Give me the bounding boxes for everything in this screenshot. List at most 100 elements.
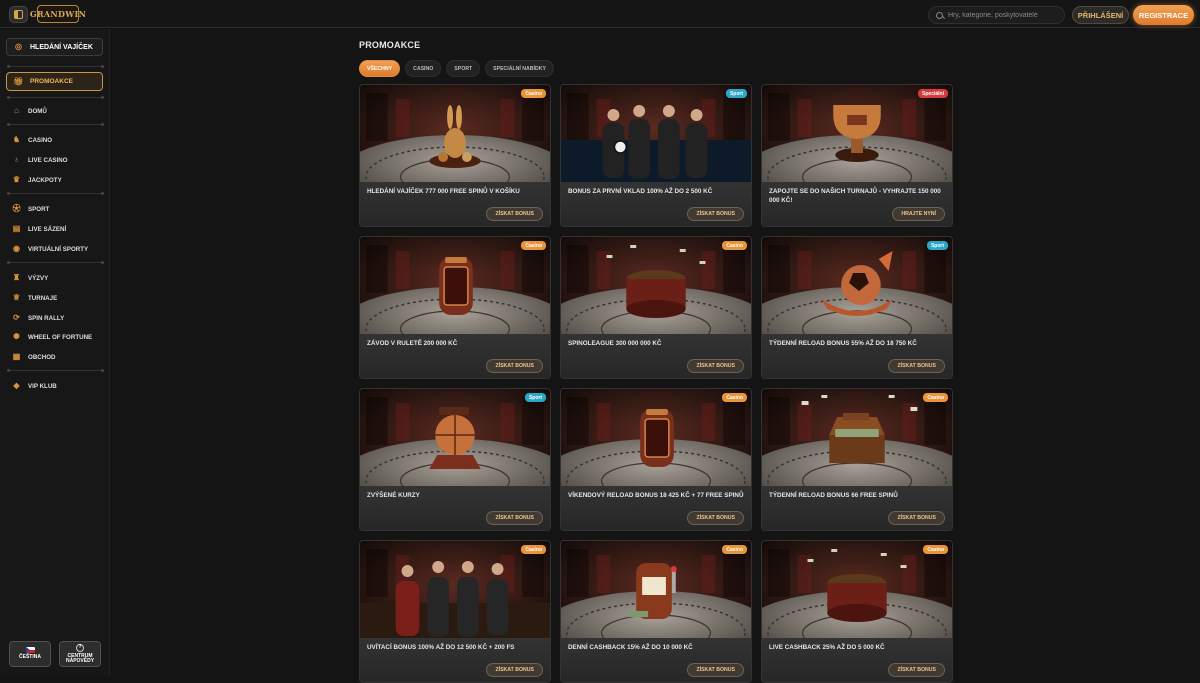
sidebar-item-spin-rally[interactable]: ⟳ SPIN RALLY bbox=[12, 312, 64, 324]
promo-title: VÍKENDOVÝ RELOAD BONUS 18 425 KČ + 77 FR… bbox=[568, 492, 744, 499]
sidebar-item-label: VIRTUÁLNÍ SPORTY bbox=[28, 245, 89, 253]
sidebar-item-wheel-of-fortune[interactable]: ✺ WHEEL OF FORTUNE bbox=[12, 331, 92, 343]
claim-bonus-button[interactable]: ZÍSKAT BONUS bbox=[888, 511, 945, 525]
claim-bonus-button[interactable]: ZÍSKAT BONUS bbox=[687, 511, 744, 525]
category-badge: Casino bbox=[521, 241, 546, 250]
promo-card[interactable]: Casino SPINOLEAGUE 300 000 000 KČ ZÍSKAT B… bbox=[560, 236, 752, 379]
logo[interactable]: GRANDWIN bbox=[30, 5, 86, 23]
promo-card[interactable]: Sport TÝDENNÍ RELOAD BONUS 55% AŽ DO 18 7… bbox=[761, 236, 953, 379]
page-title: PROMOAKCE bbox=[359, 40, 421, 50]
promo-title: HLEDÁNÍ VAJÍČEK 777 000 FREE SPINŮ V KOŠ… bbox=[367, 188, 520, 195]
promo-title: BONUS ZA PRVNÍ VKLAD 100% AŽ DO 2 500 KČ bbox=[568, 188, 713, 195]
sidebar-item-egg-hunt[interactable]: ◎ HLEDÁNÍ VAJÍČEK bbox=[6, 38, 103, 56]
promo-card[interactable]: Sport BONUS ZA PRVNÍ VKLAD 100% AŽ DO 2 5… bbox=[560, 84, 752, 227]
promo-card[interactable]: Casino LIVE CASHBACK 25% AŽ DO 5 000 KČ ZÍ… bbox=[761, 540, 953, 683]
home-icon: ⌂ bbox=[14, 106, 19, 115]
claim-bonus-button[interactable]: ZÍSKAT BONUS bbox=[486, 359, 543, 373]
sidebar-item-label: SPIN RALLY bbox=[28, 314, 65, 322]
category-badge: Casino bbox=[722, 241, 747, 250]
promo-title: DENNÍ CASHBACK 15% AŽ DO 10 000 KČ bbox=[568, 644, 693, 651]
play-now-button[interactable]: HRAJTE NYNÍ bbox=[892, 207, 945, 221]
sidebar-item-home[interactable]: ⌂ DOMŮ bbox=[12, 105, 47, 117]
microphone-icon: ♁ bbox=[13, 155, 20, 164]
promo-image bbox=[762, 85, 952, 182]
promo-image bbox=[561, 237, 751, 334]
sidebar-item-label: JACKPOTY bbox=[28, 176, 62, 184]
sidebar-item-vip-club[interactable]: ◆ VIP KLUB bbox=[12, 380, 57, 392]
promo-card[interactable]: Casino UVÍTACÍ BONUS 100% AŽ DO 12 500 KČ… bbox=[359, 540, 551, 683]
sidebar-item-shop[interactable]: ▦ OBCHOD bbox=[12, 351, 56, 363]
promo-image bbox=[360, 541, 550, 638]
sidebar-item-jackpots[interactable]: ♛ JACKPOTY bbox=[12, 174, 62, 186]
sidebar-item-casino[interactable]: ♞ CASINO bbox=[12, 134, 52, 146]
promo-image bbox=[360, 389, 550, 486]
sidebar-item-label: VIP KLUB bbox=[28, 382, 57, 390]
sidebar-item-label: SPORT bbox=[28, 205, 50, 213]
sidebar-item-challenges[interactable]: ♜ VÝZVY bbox=[12, 272, 48, 284]
login-button[interactable]: PŘIHLÁŠENÍ bbox=[1072, 6, 1129, 24]
divider bbox=[7, 192, 104, 195]
promo-title: UVÍTACÍ BONUS 100% AŽ DO 12 500 KČ + 200… bbox=[367, 644, 515, 651]
divider bbox=[7, 65, 104, 68]
promo-image bbox=[762, 389, 952, 486]
search-bar[interactable] bbox=[928, 6, 1065, 24]
sidebar-item-label: HLEDÁNÍ VAJÍČEK bbox=[30, 43, 93, 51]
sidebar-item-live-betting[interactable]: ▤ LIVE SÁZENÍ bbox=[12, 223, 66, 235]
egg-icon: ◎ bbox=[15, 42, 22, 51]
divider bbox=[7, 96, 104, 99]
promo-card[interactable]: Casino ZÁVOD V RULETĚ 200 000 KČ ZÍSKAT BO… bbox=[359, 236, 551, 379]
promo-image bbox=[360, 85, 550, 182]
register-button[interactable]: REGISTRACE bbox=[1133, 5, 1194, 25]
claim-bonus-button[interactable]: ZÍSKAT BONUS bbox=[486, 207, 543, 221]
promo-card[interactable]: Speciální ZAPOJTE SE DO NAŠICH TURNAJŮ - … bbox=[761, 84, 953, 227]
category-badge: Casino bbox=[521, 545, 546, 554]
claim-bonus-button[interactable]: ZÍSKAT BONUS bbox=[486, 511, 543, 525]
claim-bonus-button[interactable]: ZÍSKAT BONUS bbox=[888, 359, 945, 373]
shop-icon: ▦ bbox=[12, 352, 21, 361]
category-badge: Casino bbox=[722, 545, 747, 554]
spin-icon: ⟳ bbox=[13, 313, 20, 322]
search-input[interactable] bbox=[948, 11, 1058, 19]
promotions-grid: Casino HLEDÁNÍ VAJÍČEK 777 000 FREE SPINŮ… bbox=[359, 84, 953, 683]
promo-card[interactable]: Casino HLEDÁNÍ VAJÍČEK 777 000 FREE SPINŮ… bbox=[359, 84, 551, 227]
challenge-icon: ♜ bbox=[12, 273, 21, 282]
sidebar-item-live-casino[interactable]: ♁ LIVE CASINO bbox=[12, 154, 68, 166]
promo-image bbox=[561, 541, 751, 638]
promo-image bbox=[762, 237, 952, 334]
sidebar-item-label: OBCHOD bbox=[28, 353, 56, 361]
help-center-button[interactable]: ? CENTRUM NÁPOVĚDY bbox=[59, 641, 101, 667]
search-icon bbox=[936, 11, 943, 19]
trophy-icon: ♕ bbox=[12, 293, 21, 302]
claim-bonus-button[interactable]: ZÍSKAT BONUS bbox=[687, 359, 744, 373]
category-badge: Sport bbox=[725, 89, 747, 98]
sidebar-toggle-button[interactable] bbox=[9, 6, 28, 23]
top-bar: GRANDWIN PŘIHLÁŠENÍ REGISTRACE bbox=[0, 0, 1200, 28]
help-icon: ? bbox=[76, 643, 84, 652]
sidebar: ◎ HLEDÁNÍ VAJÍČEK 🎁︎ PROMOAKCE ⌂ DOMŮ ♞ CA… bbox=[0, 29, 110, 675]
category-badge: Sport bbox=[926, 241, 948, 250]
help-label-line2: NÁPOVĚDY bbox=[65, 658, 95, 664]
czech-flag-icon bbox=[25, 647, 35, 654]
category-badge: Speciální bbox=[918, 89, 948, 98]
wheel-icon: ✺ bbox=[13, 332, 20, 341]
sidebar-item-virtual-sports[interactable]: ◉ VIRTUÁLNÍ SPORTY bbox=[12, 243, 88, 255]
category-badge: Casino bbox=[923, 545, 948, 554]
filter-tab-all[interactable]: VŠECHNY bbox=[359, 60, 401, 77]
sidebar-item-promotions[interactable]: 🎁︎ PROMOAKCE bbox=[6, 72, 103, 91]
claim-bonus-button[interactable]: ZÍSKAT BONUS bbox=[687, 207, 744, 221]
filter-tab-special-offers[interactable]: SPECIÁLNÍ NABÍDKY bbox=[485, 60, 554, 77]
filter-tabs: VŠECHNY CASINO SPORT SPECIÁLNÍ NABÍDKY bbox=[359, 60, 554, 77]
promo-card[interactable]: Casino VÍKENDOVÝ RELOAD BONUS 18 425 KČ +… bbox=[560, 388, 752, 531]
filter-tab-sport[interactable]: SPORT bbox=[446, 60, 481, 77]
filter-tab-casino[interactable]: CASINO bbox=[405, 60, 442, 77]
promo-card[interactable]: Casino TÝDENNÍ RELOAD BONUS 66 FREE SPINŮ… bbox=[761, 388, 953, 531]
sidebar-item-sport[interactable]: ⚽︎ SPORT bbox=[12, 203, 50, 215]
jackpot-icon: ♛ bbox=[12, 175, 21, 184]
category-badge: Casino bbox=[722, 393, 747, 402]
sidebar-item-tournaments[interactable]: ♕ TURNAJE bbox=[12, 292, 57, 304]
language-button[interactable]: ČEŠTINA bbox=[9, 641, 51, 667]
divider bbox=[7, 123, 104, 126]
promo-card[interactable]: Sport ZVÝŠENÉ KURZY ZÍSKAT BONUS bbox=[359, 388, 551, 531]
sidebar-item-label: DOMŮ bbox=[28, 107, 47, 115]
promo-card[interactable]: Casino DENNÍ CASHBACK 15% AŽ DO 10 000 KČ… bbox=[560, 540, 752, 683]
